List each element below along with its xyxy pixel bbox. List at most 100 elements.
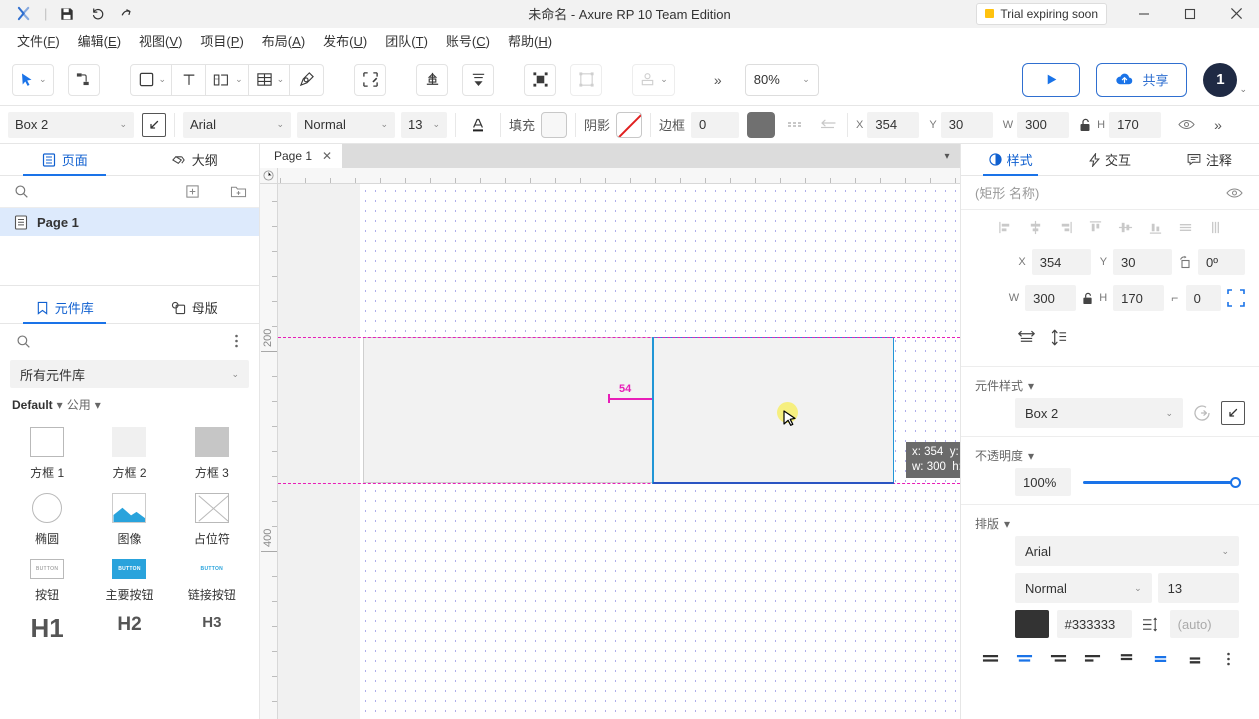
- h-input[interactable]: 170: [1109, 111, 1162, 138]
- rect-left[interactable]: [363, 337, 653, 483]
- widget-name-input[interactable]: (矩形 名称): [975, 183, 1223, 202]
- widget-image[interactable]: 图像: [88, 485, 170, 551]
- opacity-section-header[interactable]: 不透明度 ▾: [961, 437, 1259, 468]
- close-icon[interactable]: ✕: [322, 149, 332, 163]
- widget-box-2[interactable]: 方框 2: [88, 419, 170, 485]
- fit-width-icon[interactable]: [1015, 326, 1037, 348]
- eye-icon[interactable]: [1223, 182, 1245, 204]
- tab-outline[interactable]: 大纲: [130, 144, 260, 175]
- widget-ellipse[interactable]: 椭圆: [6, 485, 88, 551]
- text-valign-top-icon[interactable]: [1115, 648, 1137, 670]
- arrow-style-button[interactable]: [817, 114, 839, 136]
- master-tool-button[interactable]: ⌄: [632, 63, 675, 96]
- select-tool-button[interactable]: ⌄: [12, 63, 54, 96]
- rotation-input[interactable]: 0º: [1198, 249, 1245, 275]
- tab-style[interactable]: 样式: [961, 144, 1060, 176]
- library-group-header[interactable]: Default ▾ 公用 ▾: [0, 388, 259, 417]
- tab-interaction[interactable]: 交互: [1060, 144, 1159, 175]
- border-style-button[interactable]: [785, 114, 807, 136]
- undo-icon[interactable]: [83, 2, 111, 26]
- x-input[interactable]: 354: [867, 111, 920, 138]
- text-align-center-icon[interactable]: [1013, 648, 1035, 670]
- connector-tool-button[interactable]: [67, 63, 100, 96]
- typography-section-header[interactable]: 排版 ▾: [961, 505, 1259, 536]
- zoom-level-select[interactable]: 80% ⌄: [744, 63, 819, 96]
- text-valign-bottom-icon[interactable]: [1183, 648, 1205, 670]
- tab-masters[interactable]: 母版: [130, 292, 260, 323]
- text-align-justify-icon[interactable]: [1081, 648, 1103, 670]
- text-align-right-icon[interactable]: [1047, 648, 1069, 670]
- font-weight-select[interactable]: Normal ⌄: [297, 111, 395, 138]
- widget-link-button[interactable]: BUTTON 链接按钮: [171, 551, 253, 607]
- share-button[interactable]: 共享: [1096, 62, 1188, 97]
- x-input[interactable]: 354: [1031, 249, 1091, 275]
- menu-team[interactable]: 团队(T): [376, 28, 437, 53]
- rect-right-selected[interactable]: [653, 337, 894, 483]
- search-icon[interactable]: [12, 330, 34, 352]
- page-list-item[interactable]: Page 1: [0, 208, 259, 236]
- widget-style-select[interactable]: Box 2 ⌄: [1015, 398, 1183, 428]
- add-page-icon[interactable]: [181, 181, 203, 203]
- maximize-button[interactable]: [1167, 0, 1213, 28]
- kebab-menu-icon[interactable]: [225, 330, 247, 352]
- align-top-icon[interactable]: [1084, 216, 1106, 238]
- widget-box-3[interactable]: 方框 3: [171, 419, 253, 485]
- add-folder-icon[interactable]: [227, 181, 249, 203]
- widget-primary-button[interactable]: BUTTON 主要按钮: [88, 551, 170, 607]
- align-middle-icon[interactable]: [1114, 216, 1136, 238]
- widget-button[interactable]: BUTTON 按钮: [6, 551, 88, 607]
- design-canvas[interactable]: 54 x: 354 y: w: 300 h:: [278, 184, 960, 719]
- aspect-lock-button[interactable]: [1077, 114, 1093, 136]
- text-tool-button[interactable]: [172, 63, 207, 96]
- align-right-icon[interactable]: [1054, 216, 1076, 238]
- group-tool-button[interactable]: [524, 63, 557, 96]
- text-align-left-icon[interactable]: [979, 648, 1001, 670]
- horizontal-ruler[interactable]: [260, 168, 960, 184]
- w-input[interactable]: 300: [1017, 111, 1070, 138]
- formatbar-overflow-button[interactable]: »: [1205, 113, 1231, 137]
- rectangle-tool-button[interactable]: ⌄: [129, 63, 173, 96]
- menu-view[interactable]: 视图(V): [130, 28, 191, 53]
- typography-more-icon[interactable]: [1217, 648, 1239, 670]
- widget-h1[interactable]: H1: [6, 607, 88, 645]
- distribute-v-icon[interactable]: [1204, 216, 1226, 238]
- tab-pages[interactable]: 页面: [0, 144, 130, 176]
- widget-box-1[interactable]: 方框 1: [6, 419, 88, 485]
- menu-publish[interactable]: 发布(U): [314, 28, 376, 53]
- align-bottom-icon[interactable]: [1144, 216, 1166, 238]
- canvas-tab-page-1[interactable]: Page 1 ✕: [260, 144, 343, 168]
- font-color-button[interactable]: [464, 114, 492, 136]
- library-select[interactable]: 所有元件库 ⌄: [10, 360, 249, 388]
- font-color-swatch[interactable]: [1015, 610, 1049, 638]
- canvas-tab-overflow[interactable]: ▾: [934, 144, 960, 168]
- widget-h3[interactable]: H3: [171, 607, 253, 645]
- tab-notes[interactable]: 注释: [1160, 144, 1259, 175]
- minimize-button[interactable]: [1121, 0, 1167, 28]
- opacity-slider-knob[interactable]: [1230, 476, 1241, 488]
- pick-style-icon[interactable]: [1221, 401, 1245, 425]
- h-input[interactable]: 170: [1113, 285, 1164, 311]
- trial-status-badge[interactable]: Trial expiring soon: [976, 2, 1107, 25]
- toolbar-overflow-button[interactable]: »: [705, 64, 731, 96]
- search-icon[interactable]: [10, 181, 32, 203]
- opacity-slider[interactable]: [1083, 468, 1241, 496]
- line-height-icon[interactable]: [1140, 613, 1162, 635]
- preview-button[interactable]: [1022, 62, 1081, 97]
- save-icon[interactable]: [53, 2, 81, 26]
- y-input[interactable]: 30: [940, 111, 993, 138]
- transform-tool-button[interactable]: [354, 63, 387, 96]
- font-size-input[interactable]: 13: [1157, 573, 1239, 603]
- fit-height-icon[interactable]: [1047, 326, 1069, 348]
- font-weight-select[interactable]: Normal ⌄: [1015, 573, 1152, 603]
- y-input[interactable]: 30: [1113, 249, 1173, 275]
- axure-logo-icon[interactable]: [10, 2, 38, 26]
- widget-style-select[interactable]: Box 2 ⌄: [8, 111, 134, 138]
- font-color-hex-input[interactable]: #333333: [1056, 610, 1132, 638]
- text-valign-middle-icon[interactable]: [1149, 648, 1171, 670]
- fill-color-swatch[interactable]: [541, 111, 568, 138]
- align-tool-button[interactable]: [416, 63, 449, 96]
- corner-radius-input[interactable]: 0: [1185, 285, 1221, 311]
- style-pick-button[interactable]: [142, 112, 166, 137]
- border-width-input[interactable]: 0: [691, 111, 740, 138]
- tab-libraries[interactable]: 元件库: [0, 292, 130, 324]
